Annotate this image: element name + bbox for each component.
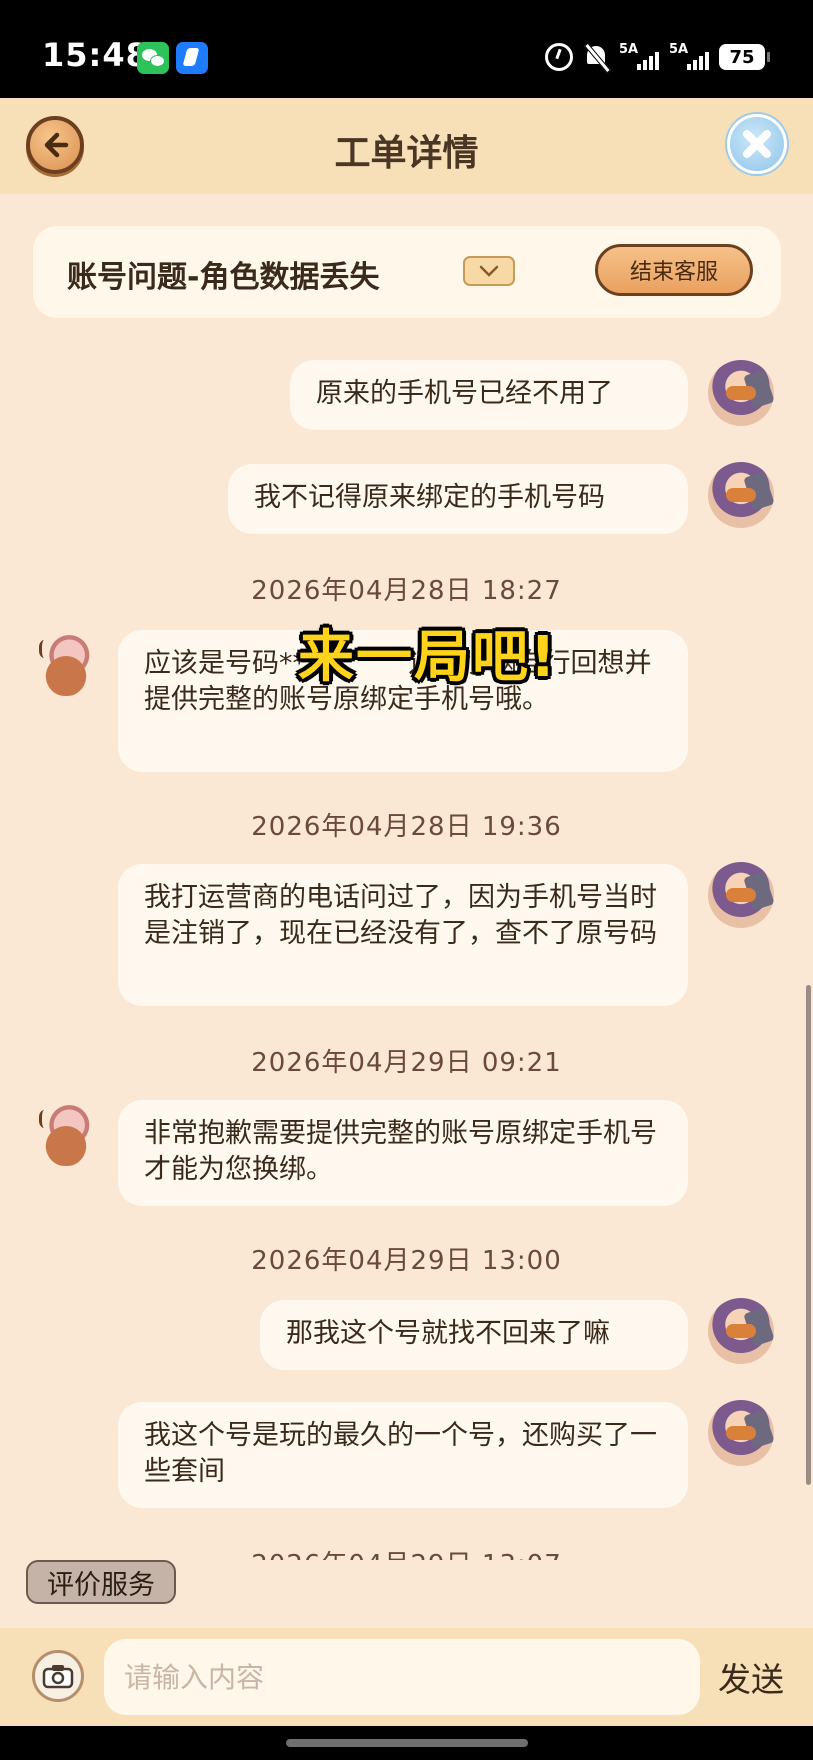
chat-area[interactable]: 原来的手机号已经不用了 我不记得原来绑定的手机号码 2026年04月28日 18… — [0, 330, 813, 1560]
message-timestamp: 2026年04月29日 13:07 — [0, 1544, 813, 1560]
app-notification-icon — [176, 42, 208, 74]
signal-icon: 5A — [669, 42, 709, 72]
message-timestamp: 2026年04月28日 19:36 — [251, 812, 562, 842]
header-bar: 工单详情 — [0, 98, 813, 194]
alarm-icon — [545, 43, 573, 71]
message-bubble: 原来的手机号已经不用了 — [290, 360, 688, 430]
user-avatar[interactable] — [708, 462, 774, 528]
user-avatar[interactable] — [708, 862, 774, 928]
message-timestamp: 2026年04月29日 09:21 — [251, 1048, 562, 1078]
send-button[interactable]: 发送 — [718, 1653, 784, 1701]
home-indicator[interactable] — [286, 1739, 528, 1747]
mute-icon — [583, 43, 609, 71]
cs-avatar — [33, 1100, 99, 1166]
battery-icon: 75 — [719, 44, 770, 70]
ticket-topic-title: 账号问题-角色数据丢失 — [67, 260, 380, 295]
message-text: 我这个号是玩的最久的一个号，还购买了一些套间 — [144, 1420, 657, 1487]
input-bar: 发送 — [0, 1628, 813, 1726]
chevron-down-icon — [479, 265, 499, 277]
message-timestamp: 2026年04月28日 18:27 — [251, 576, 562, 606]
ticket-topic-card: 账号问题-角色数据丢失 结束客服 — [33, 226, 781, 318]
close-icon — [743, 130, 771, 158]
page-title: 工单详情 — [334, 133, 479, 174]
message-text: 我打运营商的电话问过了，因为手机号当时是注销了，现在已经没有了，查不了原号码 — [144, 882, 657, 949]
topic-expand-button[interactable] — [463, 256, 515, 286]
rate-service-button[interactable]: 评价服务 — [26, 1560, 176, 1604]
message-bubble: 非常抱歉需要提供完整的账号原绑定手机号才能为您换绑。 — [118, 1100, 688, 1206]
user-avatar[interactable] — [708, 1400, 774, 1466]
message-bubble: 我不记得原来绑定的手机号码 — [228, 464, 688, 534]
user-avatar[interactable] — [708, 1298, 774, 1364]
system-nav-bar — [0, 1726, 813, 1760]
wechat-icon — [137, 42, 169, 74]
signal-label: 5A — [669, 42, 689, 57]
cs-avatar — [33, 630, 99, 696]
user-avatar[interactable] — [708, 360, 774, 426]
battery-level: 75 — [729, 46, 755, 68]
message-bubble: 那我这个号就找不回来了嘛 — [260, 1300, 688, 1370]
message-text: 我不记得原来绑定的手机号码 — [254, 482, 605, 513]
chat-scrollbar[interactable] — [806, 985, 811, 1485]
message-timestamp: 2026年04月29日 13:00 — [251, 1246, 562, 1276]
status-bar: 15:48 5A 5A 75 — [0, 0, 813, 98]
signal-label: 5A — [619, 42, 639, 57]
message-bubble: 我打运营商的电话问过了，因为手机号当时是注销了，现在已经没有了，查不了原号码 — [118, 864, 688, 1006]
message-bubble: 我这个号是玩的最久的一个号，还购买了一些套间 — [118, 1402, 688, 1508]
end-service-button[interactable]: 结束客服 — [595, 244, 753, 296]
camera-button[interactable] — [32, 1650, 84, 1702]
signal-icon: 5A — [619, 42, 659, 72]
message-text: 非常抱歉需要提供完整的账号原绑定手机号才能为您换绑。 — [144, 1118, 657, 1185]
close-button[interactable] — [727, 114, 787, 174]
message-text: 应该是号码 — [144, 648, 279, 679]
message-text: 那我这个号就找不回来了嘛 — [286, 1318, 610, 1349]
status-time: 15:48 — [42, 36, 149, 74]
overlay-banner-text: 来一局吧! — [298, 625, 558, 690]
camera-icon — [42, 1665, 74, 1689]
message-text: 原来的手机号已经不用了 — [316, 378, 613, 409]
message-input[interactable] — [104, 1639, 700, 1715]
